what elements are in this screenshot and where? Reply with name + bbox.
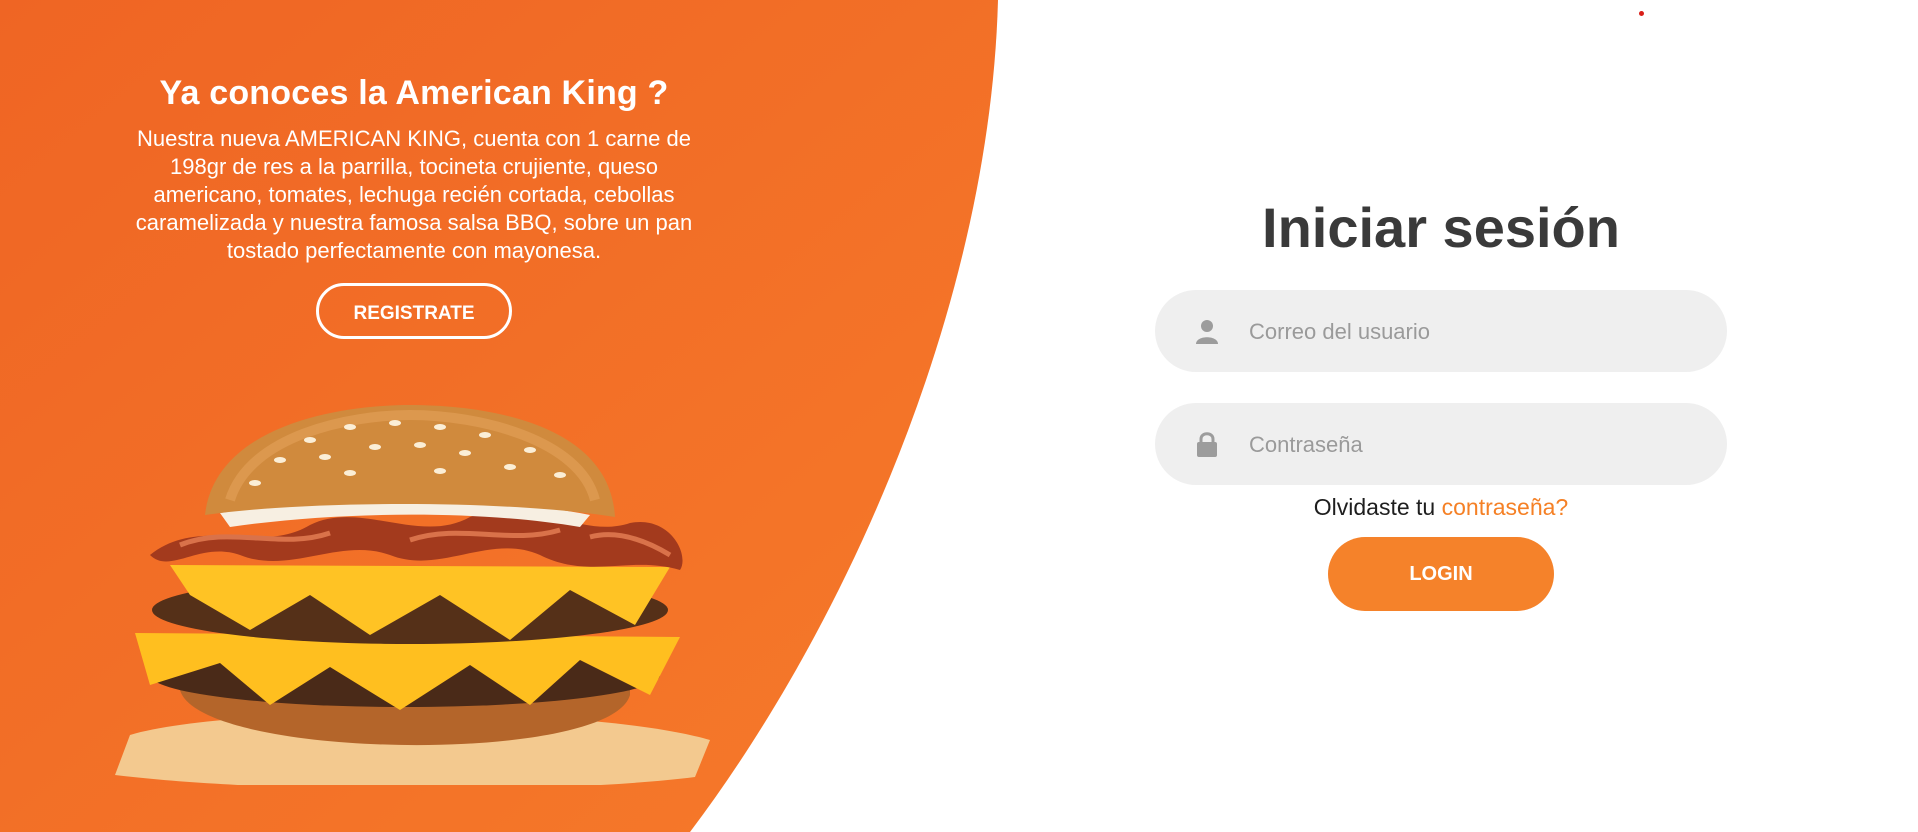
login-button[interactable]: LOGIN: [1328, 537, 1554, 611]
red-dot-indicator: [1639, 11, 1644, 16]
burger-image: [115, 405, 710, 785]
forgot-password-link[interactable]: contraseña?: [1442, 494, 1569, 520]
user-icon: [1196, 320, 1218, 344]
login-title: Iniciar sesión: [1262, 196, 1620, 259]
password-input[interactable]: [1247, 403, 1691, 487]
email-input[interactable]: [1247, 290, 1691, 374]
forgot-password-text: Olvidaste tu contraseña?: [1155, 494, 1727, 521]
password-field-container: [1155, 403, 1727, 487]
register-button[interactable]: REGISTRATE: [316, 283, 512, 339]
lock-icon: [1197, 432, 1217, 457]
top-bun: [205, 405, 615, 517]
login-form: Iniciar sesión Olvidaste tu contraseña? …: [1155, 195, 1727, 611]
promo-section: Ya conoces la American King ? Nuestra nu…: [108, 74, 720, 339]
email-field-container: [1155, 290, 1727, 374]
promo-title: Ya conoces la American King ?: [159, 74, 669, 112]
forgot-password-prefix: Olvidaste tu: [1313, 494, 1436, 520]
promo-description: Nuestra nueva AMERICAN KING, cuenta con …: [135, 126, 693, 263]
